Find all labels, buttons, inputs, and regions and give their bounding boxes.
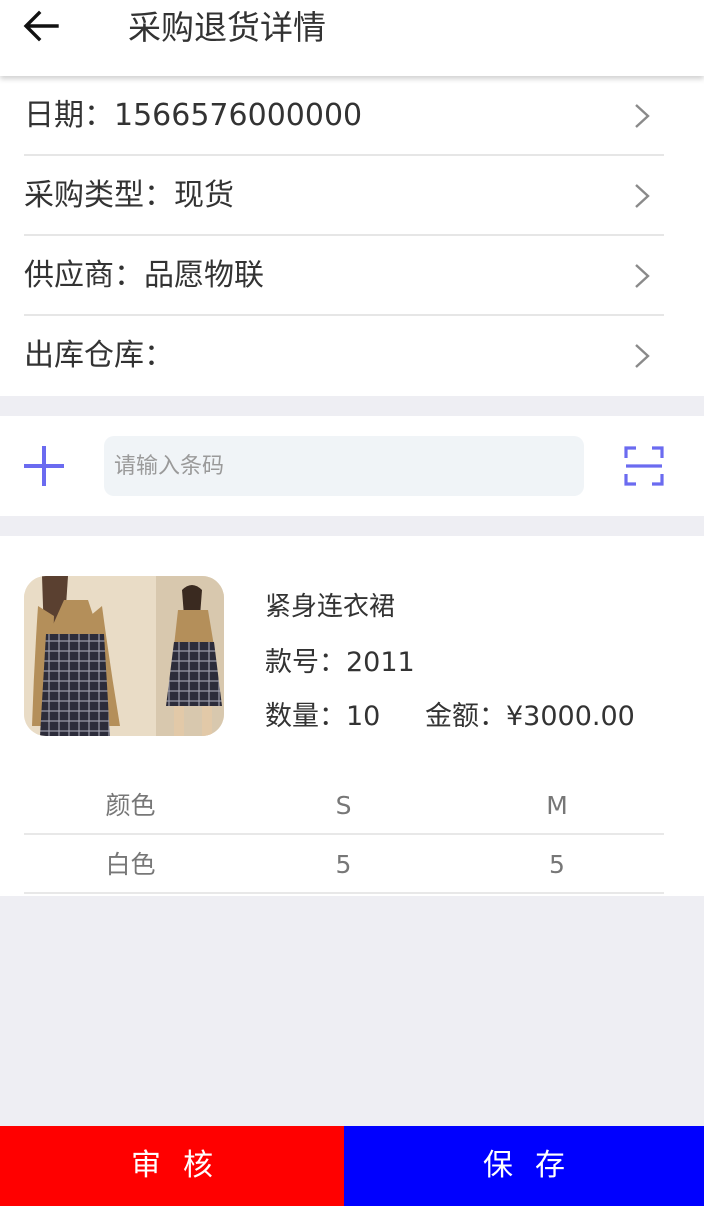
chevron-right-icon [635,184,650,208]
page-title: 采购退货详情 [128,8,326,47]
warehouse-row[interactable]: 出库仓库： [24,316,664,396]
size-table: 颜色 S M 白色 5 5 [24,776,664,894]
column-header-size-m: M [546,791,568,820]
purchase-type-row[interactable]: 采购类型：现货 [24,156,664,236]
date-label: 日期：1566576000000 [24,98,363,133]
table-cell-color: 白色 [105,850,156,879]
order-info-section: 日期：1566576000000 采购类型：现货 供应商：品愿物联 出库仓库： [0,76,704,396]
product-quantity: 数量：10 [265,701,381,732]
app-header: 采购退货详情 [0,0,704,76]
chevron-right-icon [635,104,650,128]
product-amount: 金额：¥3000.00 [425,701,635,732]
chevron-right-icon [635,264,650,288]
scan-button[interactable] [620,442,668,490]
supplier-label: 供应商：品愿物联 [24,258,264,293]
audit-button[interactable]: 审核 [0,1126,344,1206]
back-button[interactable] [14,6,68,46]
add-button[interactable] [18,438,70,494]
date-row[interactable]: 日期：1566576000000 [24,76,664,156]
column-header-size-s: S [335,791,352,820]
arrow-left-icon [23,10,59,42]
plus-icon [24,446,64,486]
table-header-row: 颜色 S M [24,776,664,835]
purchase-type-label: 采购类型：现货 [24,178,234,213]
barcode-input[interactable] [104,436,584,496]
product-image [24,576,224,736]
chevron-right-icon [635,344,650,368]
barcode-bar [0,416,704,516]
supplier-row[interactable]: 供应商：品愿物联 [24,236,664,316]
warehouse-label: 出库仓库： [24,338,174,373]
product-card: 紧身连衣裙 款号：2011 数量：10 金额：¥3000.00 颜色 S M 白… [0,536,704,896]
table-cell-size-s: 5 [335,850,352,879]
save-button[interactable]: 保存 [344,1126,704,1206]
product-name: 紧身连衣裙 [265,592,396,622]
table-row: 白色 5 5 [24,835,664,894]
scan-frame-icon [624,446,664,486]
product-code: 款号：2011 [265,647,415,678]
table-cell-size-m: 5 [549,850,565,879]
column-header-color: 颜色 [105,791,156,820]
